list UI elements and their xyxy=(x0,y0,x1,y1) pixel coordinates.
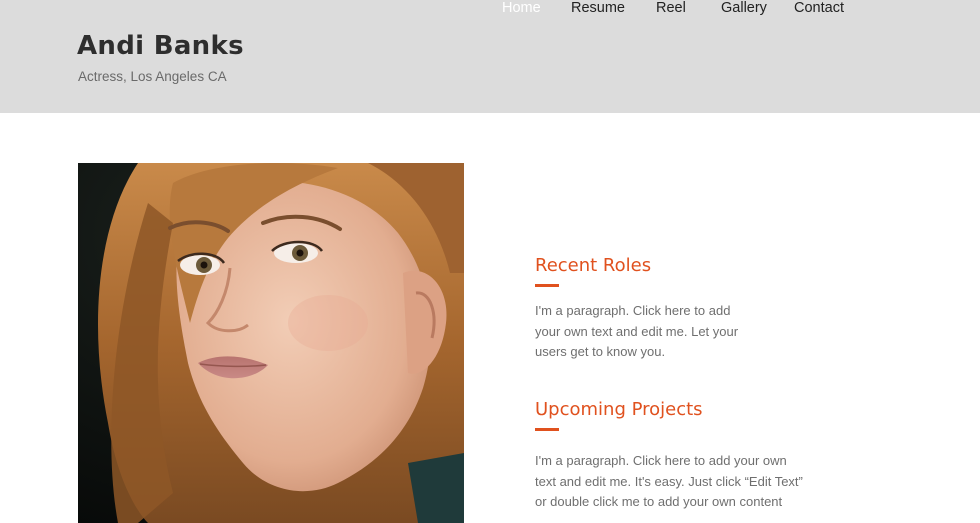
upcoming-projects-rule xyxy=(535,428,559,431)
nav-item-reel[interactable]: Reel xyxy=(656,0,686,16)
nav-item-home[interactable]: Home xyxy=(502,0,541,16)
recent-roles-paragraph: I'm a paragraph. Click here to add your … xyxy=(535,303,739,359)
portrait-photo xyxy=(78,163,464,523)
nav-item-gallery[interactable]: Gallery xyxy=(721,0,767,16)
site-header: Andi Banks Actress, Los Angeles CA Home … xyxy=(0,0,980,113)
nav-item-resume[interactable]: Resume xyxy=(571,0,625,16)
site-title[interactable]: Andi Banks xyxy=(77,31,244,61)
site-tagline: Actress, Los Angeles CA xyxy=(78,69,227,84)
recent-roles-heading: Recent Roles xyxy=(535,255,652,276)
upcoming-projects-paragraph: I'm a paragraph. Click here to add your … xyxy=(535,453,803,509)
upcoming-projects-heading: Upcoming Projects xyxy=(535,399,703,420)
recent-roles-rule xyxy=(535,284,559,287)
portrait-illustration xyxy=(78,163,464,523)
nav-item-contact[interactable]: Contact xyxy=(794,0,844,16)
